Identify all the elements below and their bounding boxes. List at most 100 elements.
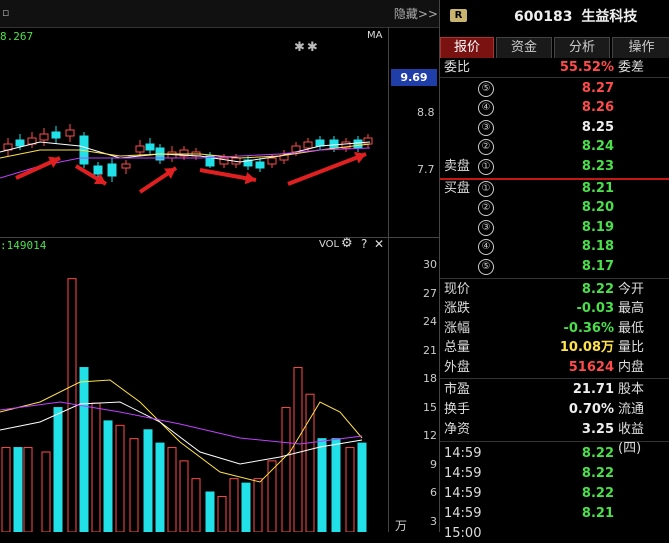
volume-axis-tick: 30: [423, 258, 437, 271]
volume-bar: [13, 447, 23, 532]
quote-label: 现价: [444, 282, 471, 297]
quote-label2: 量比: [618, 340, 645, 356]
volume-bar: [91, 402, 101, 532]
volume-bar: [129, 438, 139, 532]
quote-label2: 最低: [618, 320, 645, 336]
candle-body: [65, 129, 75, 137]
candle-body: [267, 157, 277, 165]
buy-price: 8.18: [581, 239, 614, 255]
fundamental-label: 净资: [444, 421, 471, 437]
candle-body: [303, 141, 313, 149]
quote-row: 涨幅 -0.36% 最低: [444, 319, 666, 338]
volume-axis-tick: 3: [430, 514, 437, 528]
settings-gear-icon[interactable]: ⚙: [341, 236, 353, 251]
buy-label: 买盘: [444, 181, 471, 196]
fundamental-row: 净资 3.25 收益(四): [444, 420, 666, 456]
toolbar-fragment: ▫: [2, 6, 10, 19]
buy-order-row: ② 8.20: [444, 198, 666, 217]
quote-label: 涨跌: [444, 301, 471, 317]
quote-label: 总量: [444, 340, 471, 356]
volume-bar: [345, 447, 355, 532]
volume-bar: [79, 367, 89, 532]
volume-axis-tick: 21: [423, 343, 437, 357]
volume-bar: [23, 447, 33, 532]
volume-bar: [293, 367, 303, 532]
sell-price: 8.27: [581, 81, 614, 96]
candle-body: [363, 137, 373, 145]
volume-bar: [205, 491, 215, 532]
volume-bar: [191, 478, 201, 532]
sell-price: 8.26: [581, 100, 614, 116]
tick-row: 14:59 8.21: [444, 504, 666, 523]
volume-readout: :149014: [0, 239, 47, 252]
candle-body: [255, 161, 265, 169]
tab-analysis[interactable]: 分析: [554, 37, 610, 58]
candlestick-chart[interactable]: [0, 28, 388, 236]
volume-bar: [53, 407, 63, 532]
close-icon[interactable]: ✕: [374, 237, 384, 251]
volume-axis-tick: 15: [423, 400, 437, 414]
tick-price: 8.22: [581, 446, 614, 461]
tick-row: 14:59 8.22: [444, 484, 666, 503]
tab-quote[interactable]: 报价: [440, 37, 494, 58]
divider: [440, 378, 669, 379]
tick-time: 14:59: [444, 506, 482, 521]
price-axis-tick: 8.8: [417, 106, 435, 119]
fundamental-row: 市盈 21.71 股本: [444, 380, 666, 399]
order-level-icon: ②: [478, 200, 494, 217]
buy-order-row: 买盘 ① 8.21: [444, 179, 666, 198]
volume-bar: [253, 478, 263, 532]
quote-row: 现价 8.22 今开: [444, 280, 666, 299]
sell-price: 8.23: [581, 158, 614, 174]
fundamental-value: 0.70%: [568, 401, 614, 417]
quote-row: 涨跌 -0.03 最高: [444, 299, 666, 318]
ratio-value: 55.52%: [559, 60, 614, 75]
hide-panel-button[interactable]: 隐藏>>: [394, 5, 438, 22]
buy-price: 8.21: [581, 181, 614, 196]
order-level-icon: ②: [478, 139, 494, 156]
volume-chart[interactable]: [0, 252, 388, 532]
order-level-icon: ④: [478, 100, 494, 117]
quote-value: -0.03: [576, 301, 614, 317]
volume-bar: [317, 438, 327, 532]
sell-order-row: ③ 8.25: [444, 118, 666, 137]
ratio-label2: 委差: [618, 60, 645, 75]
tab-operation[interactable]: 操作: [612, 37, 669, 58]
candle-body: [329, 139, 339, 149]
volume-axis-tick: 18: [423, 372, 437, 385]
volume-bar: [167, 447, 177, 532]
buy-order-row: ③ 8.19: [444, 218, 666, 237]
volume-bar: [103, 420, 113, 532]
vol-label: VOL: [319, 239, 340, 250]
fundamental-label2: 股本: [618, 382, 645, 397]
fundamental-value: 3.25: [581, 421, 614, 437]
sell-price: 8.25: [581, 119, 614, 135]
tick-time: 15:00: [444, 526, 482, 541]
panel-tabs: 报价 资金 分析 操作: [440, 37, 669, 58]
candle-body: [353, 139, 363, 149]
order-level-icon: ③: [478, 219, 494, 236]
help-icon[interactable]: ?: [361, 237, 367, 251]
tick-price: 8.22: [581, 486, 614, 501]
volume-axis-tick: 27: [423, 286, 437, 300]
tab-funds[interactable]: 资金: [496, 37, 552, 58]
fundamental-label2: 流通: [618, 401, 645, 417]
quote-label: 外盘: [444, 359, 471, 375]
sell-order-row: ② 8.24: [444, 137, 666, 156]
stock-name: 生益科技: [581, 9, 638, 25]
order-level-icon: ③: [478, 119, 494, 136]
quote-value: -0.36%: [563, 320, 615, 336]
quote-value: 10.08万: [559, 340, 614, 356]
fundamental-label: 市盈: [444, 382, 471, 397]
r-badge: R: [450, 9, 467, 22]
chart-axis-separator: [388, 27, 389, 532]
buy-order-row: ⑤ 8.17: [444, 257, 666, 276]
buy-price: 8.19: [581, 219, 614, 235]
ratio-label: 委比: [444, 60, 471, 75]
quote-label: 涨幅: [444, 320, 471, 336]
quote-value: 8.22: [581, 282, 614, 297]
volume-bar: [267, 460, 277, 532]
candle-body: [93, 165, 103, 175]
tick-time: 14:59: [444, 466, 482, 481]
fundamental-value: 21.71: [572, 382, 614, 397]
